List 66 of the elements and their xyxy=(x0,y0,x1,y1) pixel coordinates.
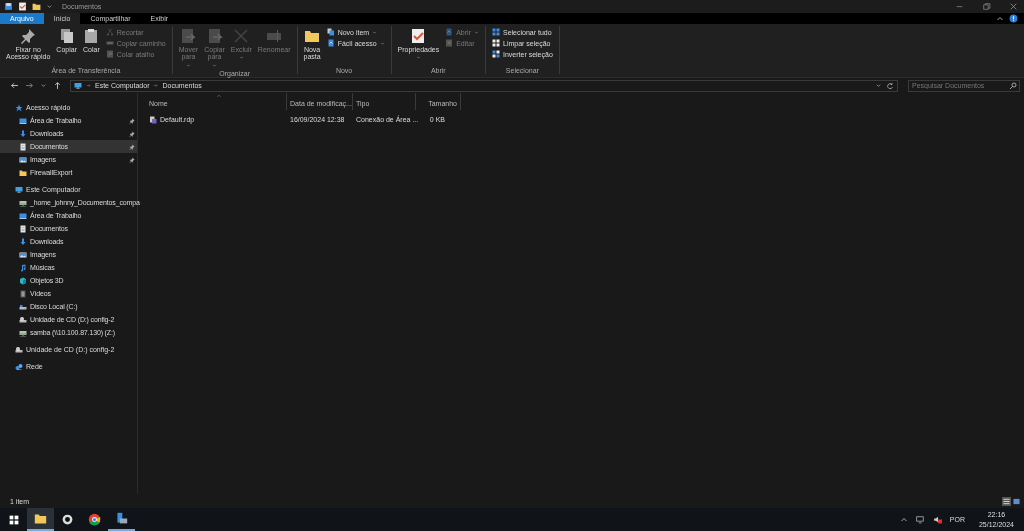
details-view-icon xyxy=(1003,497,1010,505)
desktop-icon xyxy=(19,116,27,125)
download-icon xyxy=(19,237,27,246)
moveto-icon xyxy=(206,28,223,44)
document-icon xyxy=(19,224,27,233)
star-icon xyxy=(15,103,23,112)
network-icon[interactable] xyxy=(915,515,925,524)
chrome-icon xyxy=(88,513,101,526)
bluepage-icon xyxy=(445,28,454,36)
pictures-icon xyxy=(19,155,27,164)
grid-icon xyxy=(492,28,500,36)
cross-icon xyxy=(233,28,250,44)
file-icon xyxy=(149,115,157,124)
folder-icon xyxy=(34,512,47,525)
cddrive-icon xyxy=(15,345,23,354)
volume-icon[interactable] xyxy=(932,515,942,524)
cddrive-icon xyxy=(19,315,27,324)
scissors-icon xyxy=(105,28,114,36)
close-icon[interactable] xyxy=(1009,2,1018,11)
folder-icon xyxy=(19,168,27,177)
netdrive-icon xyxy=(19,328,27,337)
properties-icon[interactable] xyxy=(18,2,27,11)
restore-icon[interactable] xyxy=(982,2,991,11)
forward-icon[interactable] xyxy=(25,81,34,90)
chevron-icon xyxy=(153,83,159,88)
caret-icon[interactable] xyxy=(46,3,53,10)
desktop-icon xyxy=(19,211,27,220)
music-icon xyxy=(19,263,27,272)
checkpage-icon xyxy=(410,28,427,44)
download-icon xyxy=(19,129,27,138)
search-icon xyxy=(1009,81,1017,90)
netdrive-icon xyxy=(19,198,27,207)
clipboard-icon xyxy=(83,28,100,44)
bluepage-icon xyxy=(326,39,335,47)
mixgrid-icon xyxy=(492,50,500,58)
collapse-ribbon-icon[interactable] xyxy=(996,14,1004,23)
computer-icon xyxy=(15,185,23,194)
document-icon xyxy=(19,142,27,151)
cube-icon xyxy=(19,276,27,285)
save-icon[interactable] xyxy=(4,2,13,11)
computer-icon xyxy=(74,81,82,90)
tiles-view-icon xyxy=(1013,497,1020,505)
windows-icon xyxy=(8,514,19,525)
network-icon xyxy=(15,362,23,371)
pin-icon xyxy=(20,28,37,44)
disk-icon xyxy=(19,302,27,311)
caret-icon[interactable] xyxy=(875,82,882,89)
back-icon[interactable] xyxy=(10,81,19,90)
server-icon xyxy=(115,512,128,525)
folder-icon[interactable] xyxy=(32,2,41,11)
pagestack-icon xyxy=(326,28,335,36)
up-icon[interactable] xyxy=(53,81,62,90)
view-button[interactable] xyxy=(1012,496,1021,506)
folder-icon xyxy=(304,28,321,44)
moveto-icon xyxy=(180,28,197,44)
view-button[interactable] xyxy=(1002,496,1011,506)
recent-locations-icon[interactable] xyxy=(40,82,47,89)
refresh-icon[interactable] xyxy=(886,81,894,90)
whitegrid-icon xyxy=(492,39,500,47)
help-icon[interactable] xyxy=(1009,14,1018,23)
taskbar-app[interactable] xyxy=(27,508,54,531)
sort-icon xyxy=(216,93,222,99)
pages-icon xyxy=(58,28,75,44)
pictures-icon xyxy=(19,250,27,259)
tray-chevron-icon[interactable] xyxy=(899,515,908,524)
chevron-icon xyxy=(86,83,91,88)
